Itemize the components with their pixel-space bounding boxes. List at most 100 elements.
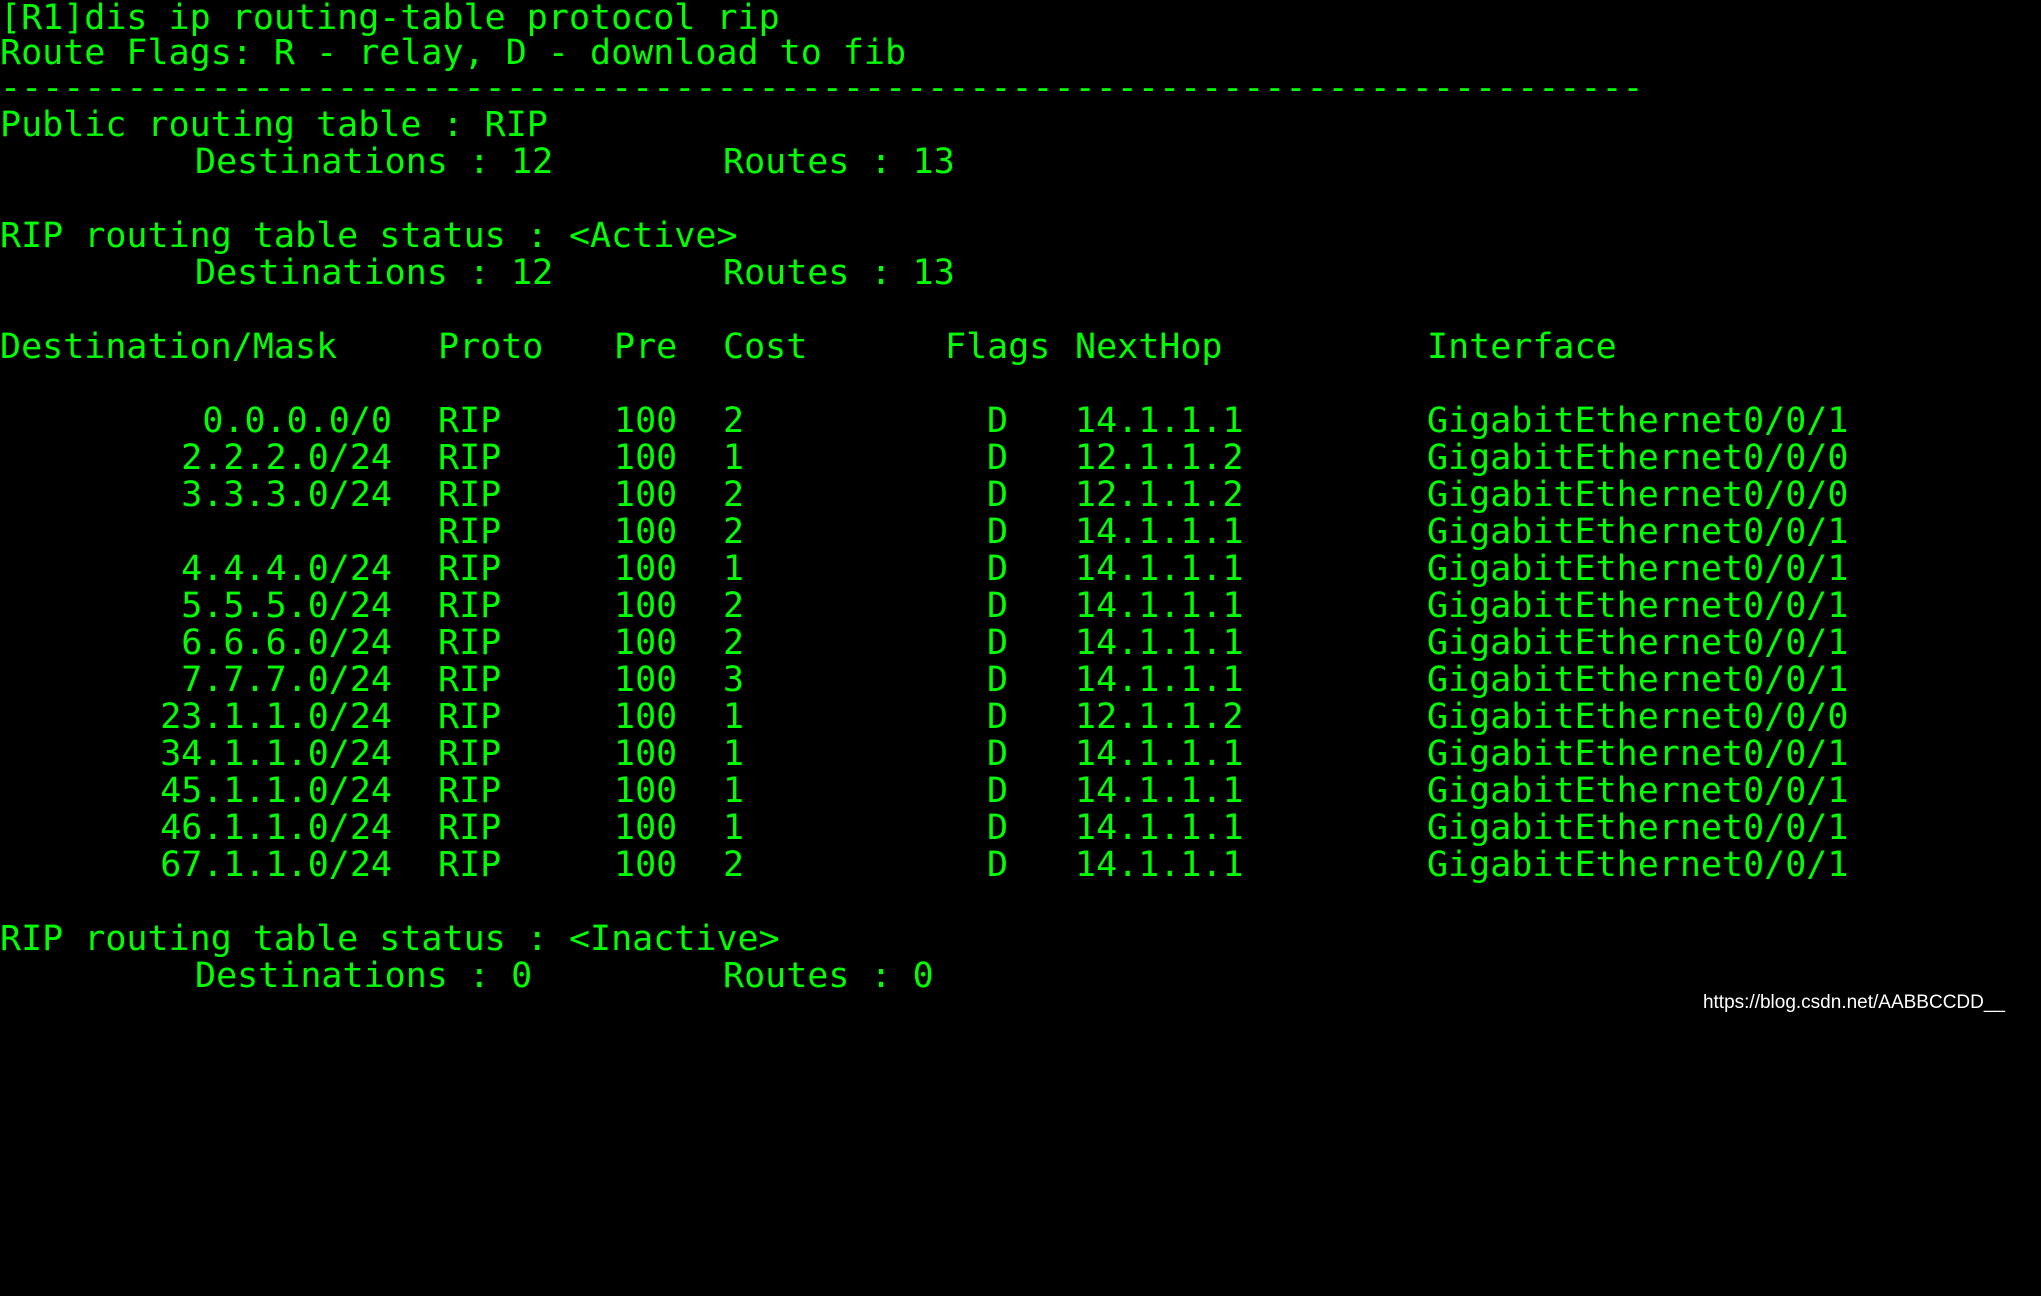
pre-cell: 100 [614, 586, 678, 626]
inactive-destinations: Destinations : 0 [195, 956, 533, 996]
destination-cell: 67.1.1.0/24 [160, 845, 392, 885]
nexthop-cell: 12.1.1.2 [1075, 697, 1244, 737]
destination-cell: 2.2.2.0/24 [181, 438, 392, 478]
pre-cell: 100 [614, 771, 678, 811]
flags-cell: D [987, 623, 1009, 663]
table-row: 6.6.6.0/24 RIP 100 2 D 14.1.1.1 GigabitE… [0, 625, 2041, 662]
table-row: 5.5.5.0/24 RIP 100 2 D 14.1.1.1 GigabitE… [0, 588, 2041, 625]
public-table-title: Public routing table : RIP [0, 105, 548, 145]
destination-cell: 46.1.1.0/24 [160, 808, 392, 848]
proto-cell: RIP [438, 438, 502, 478]
nexthop-cell: 14.1.1.1 [1075, 586, 1244, 626]
proto-cell: RIP [438, 549, 502, 589]
pre-cell: 100 [614, 808, 678, 848]
destination-cell: 7.7.7.0/24 [181, 660, 392, 700]
nexthop-cell: 14.1.1.1 [1075, 734, 1244, 774]
pre-cell: 100 [614, 438, 678, 478]
public-routes: Routes : 13 [723, 142, 955, 182]
table-row: 23.1.1.0/24 RIP 100 1 D 12.1.1.2 Gigabit… [0, 699, 2041, 736]
table-row: 34.1.1.0/24 RIP 100 1 D 14.1.1.1 Gigabit… [0, 736, 2041, 773]
cost-cell: 2 [723, 586, 745, 626]
column-proto: Proto [438, 327, 544, 367]
destination-cell: 23.1.1.0/24 [160, 697, 392, 737]
flags-cell: D [987, 845, 1009, 885]
cost-cell: 3 [723, 660, 745, 700]
table-row: 46.1.1.0/24 RIP 100 1 D 14.1.1.1 Gigabit… [0, 810, 2041, 847]
nexthop-cell: 14.1.1.1 [1075, 549, 1244, 589]
interface-cell: GigabitEthernet0/0/0 [1427, 697, 1849, 737]
nexthop-cell: 14.1.1.1 [1075, 623, 1244, 663]
pre-cell: 100 [614, 475, 678, 515]
destination-cell: 6.6.6.0/24 [181, 623, 392, 663]
nexthop-cell: 12.1.1.2 [1075, 475, 1244, 515]
cost-cell: 1 [723, 734, 745, 774]
cost-cell: 1 [723, 808, 745, 848]
terminal-window[interactable]: [R1]dis ip routing-table protocol rip Ro… [0, 0, 2041, 1020]
nexthop-cell: 14.1.1.1 [1075, 401, 1244, 441]
active-routes: Routes : 13 [723, 253, 955, 293]
table-row: 4.4.4.0/24 RIP 100 1 D 14.1.1.1 GigabitE… [0, 551, 2041, 588]
proto-cell: RIP [438, 660, 502, 700]
cost-cell: 2 [723, 623, 745, 663]
table-row: 0.0.0.0/0 RIP 100 2 D 14.1.1.1 GigabitEt… [0, 403, 2041, 440]
interface-cell: GigabitEthernet0/0/1 [1427, 771, 1849, 811]
table-row: 3.3.3.0/24 RIP 100 2 D 12.1.1.2 GigabitE… [0, 477, 2041, 514]
cost-cell: 2 [723, 475, 745, 515]
active-destinations: Destinations : 12 [195, 253, 554, 293]
table-header: Destination/Mask Proto Pre Cost Flags Ne… [0, 329, 2041, 366]
nexthop-cell: 14.1.1.1 [1075, 512, 1244, 552]
column-destination: Destination/Mask [0, 327, 338, 367]
column-pre: Pre [614, 327, 678, 367]
table-row: 45.1.1.0/24 RIP 100 1 D 14.1.1.1 Gigabit… [0, 773, 2041, 810]
destination-cell: 4.4.4.0/24 [181, 549, 392, 589]
column-flags: Flags [945, 327, 1051, 367]
flags-cell: D [987, 475, 1009, 515]
proto-cell: RIP [438, 401, 502, 441]
proto-cell: RIP [438, 845, 502, 885]
table-row: 67.1.1.0/24 RIP 100 2 D 14.1.1.1 Gigabit… [0, 847, 2041, 884]
proto-cell: RIP [438, 771, 502, 811]
cost-cell: 2 [723, 512, 745, 552]
proto-cell: RIP [438, 586, 502, 626]
destination-cell: 5.5.5.0/24 [181, 586, 392, 626]
proto-cell: RIP [438, 623, 502, 663]
table-row: RIP 100 2 D 14.1.1.1 GigabitEthernet0/0/… [0, 514, 2041, 551]
flags-cell: D [987, 549, 1009, 589]
blog-watermark: https://blog.csdn.net/AABBCCDD__ [1702, 992, 2005, 1013]
cost-cell: 1 [723, 438, 745, 478]
flags-cell: D [987, 586, 1009, 626]
flags-cell: D [987, 660, 1009, 700]
pre-cell: 100 [614, 697, 678, 737]
table-row: 2.2.2.0/24 RIP 100 1 D 12.1.1.2 GigabitE… [0, 440, 2041, 477]
pre-cell: 100 [614, 845, 678, 885]
cost-cell: 1 [723, 771, 745, 811]
command-line: [R1]dis ip routing-table protocol rip [0, 0, 780, 38]
proto-cell: RIP [438, 512, 502, 552]
column-nexthop: NextHop [1075, 327, 1223, 367]
interface-cell: GigabitEthernet0/0/1 [1427, 401, 1849, 441]
nexthop-cell: 14.1.1.1 [1075, 808, 1244, 848]
destination-cell: 45.1.1.0/24 [160, 771, 392, 811]
nexthop-cell: 14.1.1.1 [1075, 771, 1244, 811]
flags-cell: D [987, 401, 1009, 441]
route-flags-line: Route Flags: R - relay, D - download to … [0, 33, 907, 73]
inactive-routes: Routes : 0 [723, 956, 934, 996]
cost-cell: 1 [723, 549, 745, 589]
proto-cell: RIP [438, 808, 502, 848]
pre-cell: 100 [614, 660, 678, 700]
interface-cell: GigabitEthernet0/0/1 [1427, 660, 1849, 700]
nexthop-cell: 12.1.1.2 [1075, 438, 1244, 478]
interface-cell: GigabitEthernet0/0/1 [1427, 845, 1849, 885]
inactive-summary: Destinations : 0 Routes : 0 [0, 958, 2041, 995]
public-destinations: Destinations : 12 [195, 142, 554, 182]
table-row: 7.7.7.0/24 RIP 100 3 D 14.1.1.1 GigabitE… [0, 662, 2041, 699]
pre-cell: 100 [614, 623, 678, 663]
flags-cell: D [987, 438, 1009, 478]
pre-cell: 100 [614, 549, 678, 589]
inactive-status-title: RIP routing table status : <Inactive> [0, 919, 780, 959]
flags-cell: D [987, 734, 1009, 774]
nexthop-cell: 14.1.1.1 [1075, 845, 1244, 885]
public-summary: Destinations : 12 Routes : 13 [0, 144, 2041, 181]
interface-cell: GigabitEthernet0/0/1 [1427, 734, 1849, 774]
pre-cell: 100 [614, 512, 678, 552]
